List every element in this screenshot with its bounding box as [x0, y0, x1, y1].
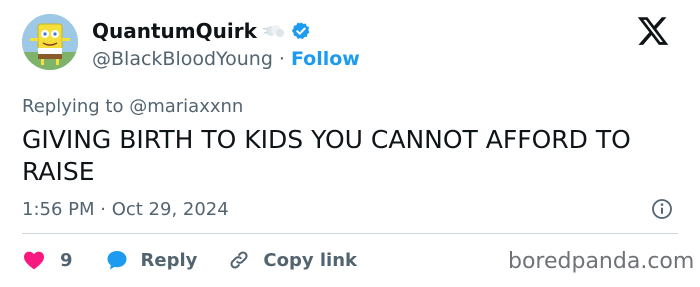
divider	[22, 233, 678, 234]
boredpanda-watermark: boredpanda.com	[508, 249, 695, 274]
tweet-card: QuantumQuirk @BlackBloodYoung · Follow R…	[0, 0, 700, 287]
x-logo-icon[interactable]	[636, 14, 670, 48]
follow-button[interactable]: Follow	[291, 48, 360, 70]
link-icon	[227, 248, 251, 272]
info-icon[interactable]	[651, 198, 673, 220]
avatar[interactable]	[22, 14, 78, 70]
copy-link-label: Copy link	[263, 249, 357, 271]
like-count: 9	[60, 249, 73, 271]
replying-mention[interactable]: @mariaxxnn	[129, 96, 243, 117]
copy-link-button[interactable]: Copy link	[227, 248, 357, 272]
like-button[interactable]: 9	[22, 248, 73, 272]
dash-emoji-icon	[262, 23, 285, 39]
author-handle-row: @BlackBloodYoung · Follow	[92, 48, 360, 70]
replying-to-line: Replying to @mariaxxnn	[22, 96, 243, 117]
author-name-row: QuantumQuirk	[92, 19, 311, 43]
action-bar: 9 Reply Copy link	[22, 246, 357, 274]
verified-badge-icon	[291, 21, 311, 41]
separator: ·	[278, 48, 285, 70]
reply-button[interactable]: Reply	[105, 248, 198, 272]
reply-bubble-icon	[105, 248, 129, 272]
tweet-timestamp[interactable]: 1:56 PM · Oct 29, 2024	[22, 199, 229, 220]
author-handle[interactable]: @BlackBloodYoung	[92, 48, 273, 70]
tweet-text: GIVING BIRTH TO KIDS YOU CANNOT AFFORD T…	[22, 125, 631, 186]
reply-label: Reply	[140, 249, 198, 271]
heart-icon	[22, 248, 46, 272]
replying-prefix: Replying to	[22, 96, 124, 117]
author-display-name[interactable]: QuantumQuirk	[92, 19, 257, 43]
